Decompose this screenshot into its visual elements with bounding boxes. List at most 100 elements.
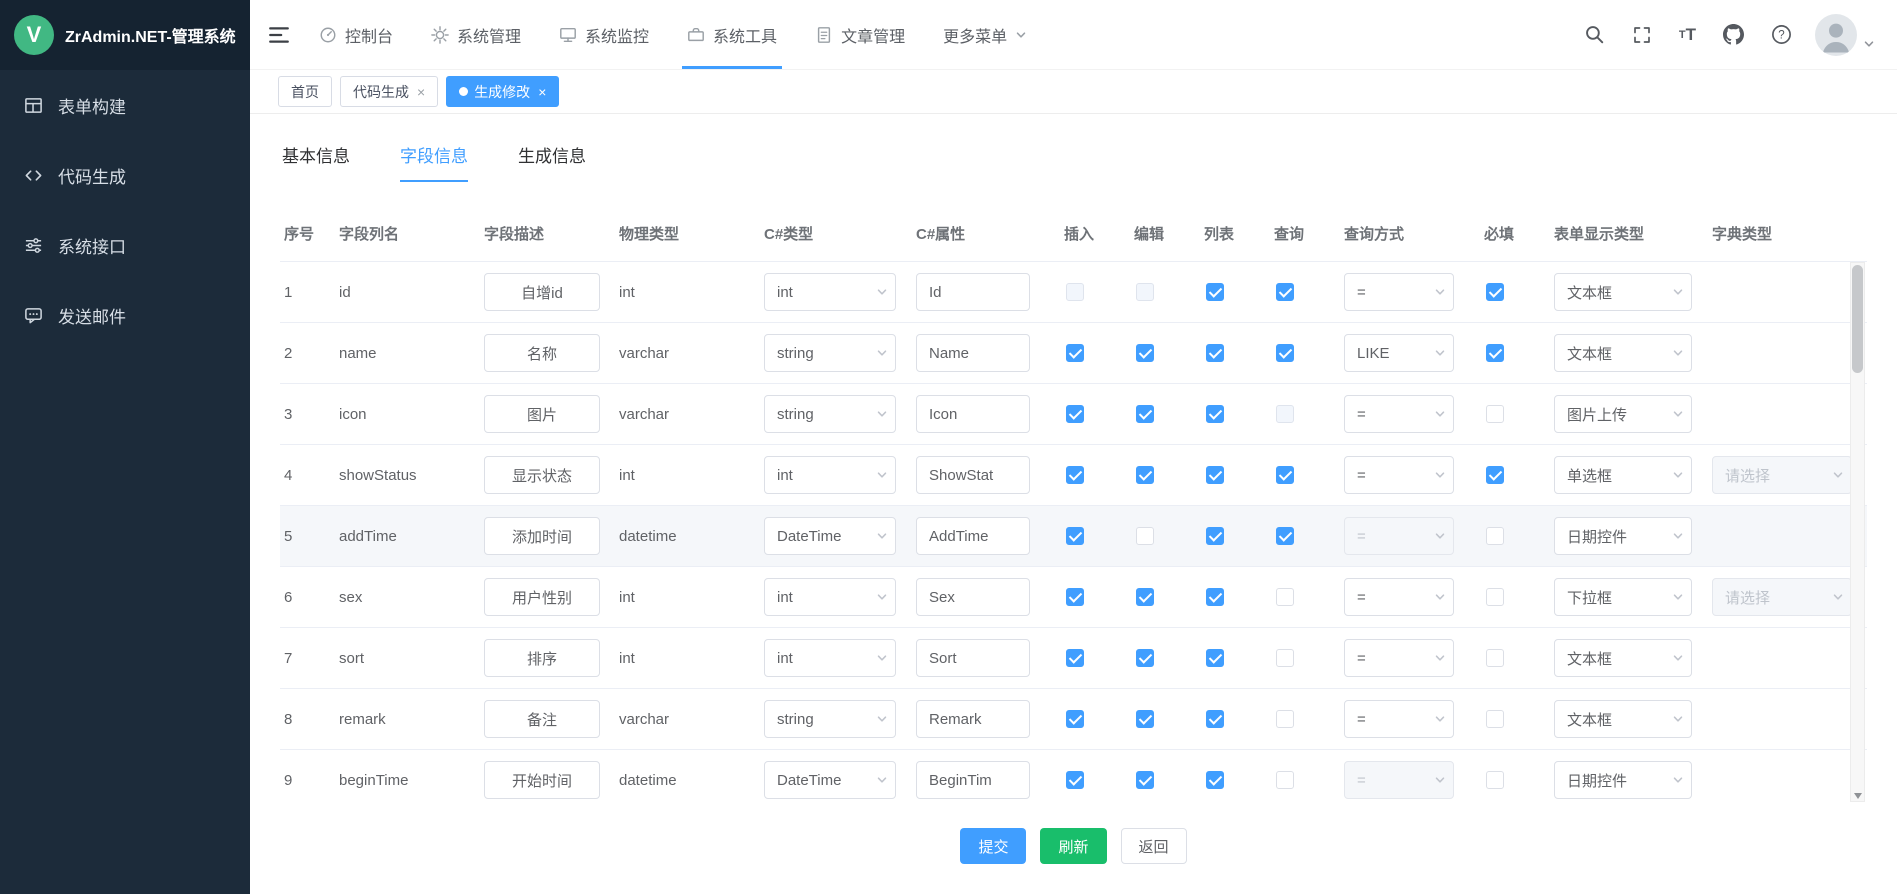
close-icon[interactable]: × [417,85,425,99]
description-input[interactable]: 图片 [484,395,600,433]
query-method-select[interactable]: = [1344,700,1454,738]
display-type-select[interactable]: 日期控件 [1554,517,1692,555]
topnav-item[interactable]: 系统工具 [668,0,796,69]
insert-checkbox[interactable] [1066,527,1084,545]
query-checkbox[interactable] [1276,466,1294,484]
csharp-prop-input[interactable]: Name [916,334,1030,372]
insert-checkbox[interactable] [1066,771,1084,789]
insert-checkbox[interactable] [1066,466,1084,484]
app-logo[interactable]: V ZrAdmin.NET-管理系统 [0,0,250,70]
list-checkbox[interactable] [1206,283,1224,301]
description-input[interactable]: 用户性别 [484,578,600,616]
csharp-type-select[interactable]: string [764,395,896,433]
csharp-prop-input[interactable]: BeginTim [916,761,1030,799]
csharp-type-select[interactable]: string [764,334,896,372]
csharp-prop-input[interactable]: Sort [916,639,1030,677]
edit-checkbox[interactable] [1136,283,1154,301]
csharp-prop-input[interactable]: ShowStat [916,456,1030,494]
tag-item[interactable]: 首页 [278,76,332,107]
insert-checkbox[interactable] [1066,283,1084,301]
edit-checkbox[interactable] [1136,710,1154,728]
edit-checkbox[interactable] [1136,649,1154,667]
csharp-prop-input[interactable]: Remark [916,700,1030,738]
required-checkbox[interactable] [1486,588,1504,606]
collapse-sidebar-button[interactable] [268,24,290,46]
edit-checkbox[interactable] [1136,344,1154,362]
csharp-prop-input[interactable]: AddTime [916,517,1030,555]
sidebar-item[interactable]: 表单构建 [0,70,250,140]
refresh-button[interactable]: 刷新 [1040,828,1106,864]
topnav-item[interactable]: 控制台 [300,0,412,69]
csharp-type-select[interactable]: int [764,639,896,677]
query-method-select[interactable]: = [1344,578,1454,616]
required-checkbox[interactable] [1486,283,1504,301]
display-type-select[interactable]: 文本框 [1554,639,1692,677]
tab-item[interactable]: 生成信息 [518,142,586,182]
topnav-item[interactable]: 文章管理 [796,0,924,69]
topnav-item[interactable]: 系统管理 [412,0,540,69]
query-checkbox[interactable] [1276,527,1294,545]
csharp-type-select[interactable]: string [764,700,896,738]
table-scrollbar[interactable] [1850,262,1865,802]
dict-type-select[interactable]: 请选择 [1712,578,1852,616]
tab-item[interactable]: 基本信息 [282,142,350,182]
search-icon[interactable] [1584,24,1605,45]
required-checkbox[interactable] [1486,527,1504,545]
list-checkbox[interactable] [1206,466,1224,484]
edit-checkbox[interactable] [1136,466,1154,484]
query-method-select[interactable]: = [1344,761,1454,799]
list-checkbox[interactable] [1206,344,1224,362]
display-type-select[interactable]: 下拉框 [1554,578,1692,616]
display-type-select[interactable]: 文本框 [1554,334,1692,372]
submit-button[interactable]: 提交 [960,828,1026,864]
insert-checkbox[interactable] [1066,344,1084,362]
tag-item[interactable]: 生成修改× [446,76,559,107]
query-checkbox[interactable] [1276,710,1294,728]
csharp-prop-input[interactable]: Sex [916,578,1030,616]
query-method-select[interactable]: LIKE [1344,334,1454,372]
description-input[interactable]: 备注 [484,700,600,738]
query-method-select[interactable]: = [1344,639,1454,677]
query-method-select[interactable]: = [1344,273,1454,311]
required-checkbox[interactable] [1486,466,1504,484]
edit-checkbox[interactable] [1136,405,1154,423]
csharp-prop-input[interactable]: Icon [916,395,1030,433]
topnav-item[interactable]: 系统监控 [540,0,668,69]
insert-checkbox[interactable] [1066,405,1084,423]
required-checkbox[interactable] [1486,771,1504,789]
list-checkbox[interactable] [1206,527,1224,545]
insert-checkbox[interactable] [1066,588,1084,606]
required-checkbox[interactable] [1486,710,1504,728]
list-checkbox[interactable] [1206,710,1224,728]
list-checkbox[interactable] [1206,405,1224,423]
close-icon[interactable]: × [538,85,546,99]
display-type-select[interactable]: 日期控件 [1554,761,1692,799]
user-avatar-menu[interactable] [1815,14,1875,56]
tag-item[interactable]: 代码生成× [340,76,438,107]
display-type-select[interactable]: 单选框 [1554,456,1692,494]
csharp-prop-input[interactable]: Id [916,273,1030,311]
help-icon[interactable]: ? [1771,24,1792,45]
required-checkbox[interactable] [1486,405,1504,423]
font-size-icon[interactable]: TT [1679,25,1696,45]
description-input[interactable]: 名称 [484,334,600,372]
query-checkbox[interactable] [1276,344,1294,362]
description-input[interactable]: 添加时间 [484,517,600,555]
scrollbar-down-arrow[interactable] [1854,793,1862,799]
scrollbar-thumb[interactable] [1852,265,1863,373]
topnav-item[interactable]: 更多菜单 [924,0,1046,69]
required-checkbox[interactable] [1486,344,1504,362]
edit-checkbox[interactable] [1136,527,1154,545]
query-checkbox[interactable] [1276,649,1294,667]
csharp-type-select[interactable]: int [764,273,896,311]
display-type-select[interactable]: 文本框 [1554,273,1692,311]
query-checkbox[interactable] [1276,588,1294,606]
description-input[interactable]: 开始时间 [484,761,600,799]
sidebar-item[interactable]: 代码生成 [0,140,250,210]
required-checkbox[interactable] [1486,649,1504,667]
csharp-type-select[interactable]: DateTime [764,517,896,555]
list-checkbox[interactable] [1206,649,1224,667]
description-input[interactable]: 排序 [484,639,600,677]
query-checkbox[interactable] [1276,405,1294,423]
github-icon[interactable] [1723,24,1744,45]
